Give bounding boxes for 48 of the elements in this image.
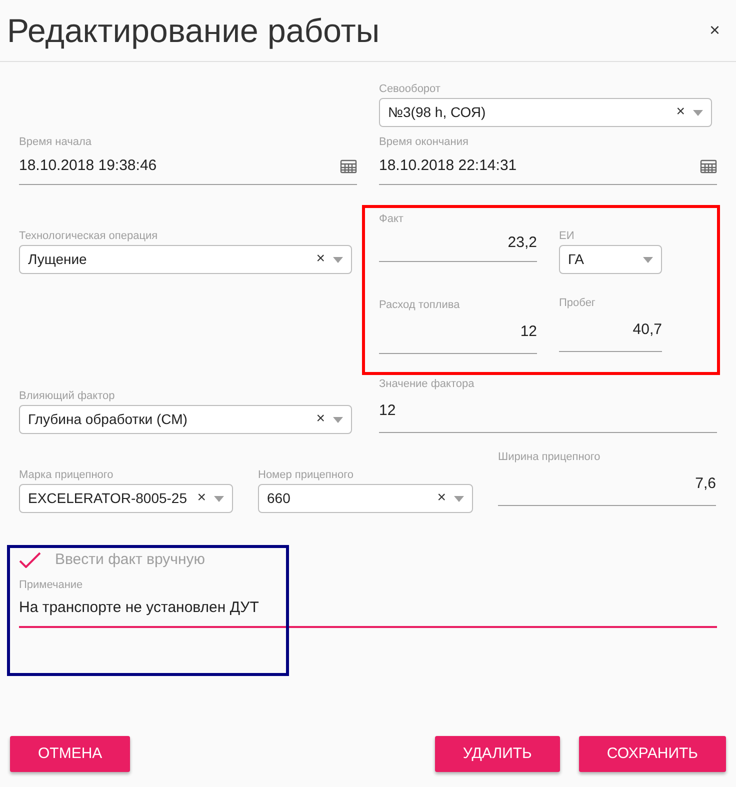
input-field[interactable]: 12 bbox=[379, 391, 717, 433]
clear-button[interactable]: × bbox=[316, 248, 325, 271]
note-field[interactable]: На транспорте не установлен ДУТ bbox=[19, 592, 717, 628]
clear-button[interactable]: × bbox=[676, 101, 685, 124]
input-field[interactable]: 40,7 bbox=[559, 310, 662, 352]
select-field[interactable]: Глубина обработки (СМ) × bbox=[19, 405, 352, 434]
caret-icon bbox=[454, 496, 464, 502]
close-button[interactable]: × bbox=[709, 17, 720, 44]
dialog-title: Редактирование работы bbox=[7, 10, 380, 51]
field-label: Влияющий фактор bbox=[19, 389, 116, 403]
calendar-icon[interactable] bbox=[700, 159, 717, 174]
field-label: Значение фактора bbox=[379, 377, 476, 391]
clear-button[interactable]: × bbox=[437, 487, 446, 510]
field-label: Расход топлива bbox=[379, 298, 461, 312]
field-label: Факт bbox=[379, 212, 404, 226]
select-field[interactable]: №3(98 h, СОЯ) × bbox=[379, 98, 712, 127]
calendar-icon[interactable] bbox=[340, 159, 357, 174]
field-label: Пробег bbox=[559, 296, 596, 310]
field-label: Технологическая операция bbox=[19, 229, 159, 243]
field-label: Примечание bbox=[19, 578, 84, 592]
checkbox-label: Ввести факт вручную bbox=[55, 550, 206, 570]
select-field[interactable]: EXCELERATOR-8005-25 × bbox=[19, 484, 233, 513]
caret-icon bbox=[693, 110, 703, 116]
delete-button[interactable]: УДАЛИТЬ bbox=[434, 736, 560, 772]
checkbox[interactable] bbox=[19, 551, 41, 570]
field-label: Номер прицепного bbox=[258, 468, 354, 482]
field-label: Время начала bbox=[19, 135, 92, 149]
select-field[interactable]: Лущение × bbox=[19, 245, 352, 274]
field-label: Марка прицепного bbox=[19, 468, 114, 482]
input-field[interactable]: 23,2 bbox=[379, 226, 537, 262]
input-field[interactable]: 18.10.2018 19:38:46 bbox=[19, 149, 357, 185]
field-label: Ширина прицепного bbox=[498, 450, 602, 464]
select-field[interactable]: ГА bbox=[559, 245, 662, 274]
caret-icon bbox=[333, 416, 343, 422]
caret-icon bbox=[333, 256, 343, 262]
cancel-button[interactable]: ОТМЕНА bbox=[10, 736, 130, 772]
select-field[interactable]: 660 × bbox=[258, 484, 473, 513]
clear-button[interactable]: × bbox=[197, 487, 206, 510]
field-label: Время окончания bbox=[379, 135, 470, 149]
caret-icon bbox=[214, 496, 224, 502]
caret-icon bbox=[643, 256, 653, 262]
clear-button[interactable]: × bbox=[316, 408, 325, 431]
field-label: ЕИ bbox=[559, 229, 576, 243]
save-button[interactable]: СОХРАНИТЬ bbox=[578, 736, 726, 772]
field-label: Севооборот bbox=[379, 82, 442, 96]
input-field[interactable]: 12 bbox=[379, 312, 537, 354]
input-field[interactable]: 7,6 bbox=[498, 464, 716, 506]
input-field[interactable]: 18.10.2018 22:14:31 bbox=[379, 149, 717, 185]
